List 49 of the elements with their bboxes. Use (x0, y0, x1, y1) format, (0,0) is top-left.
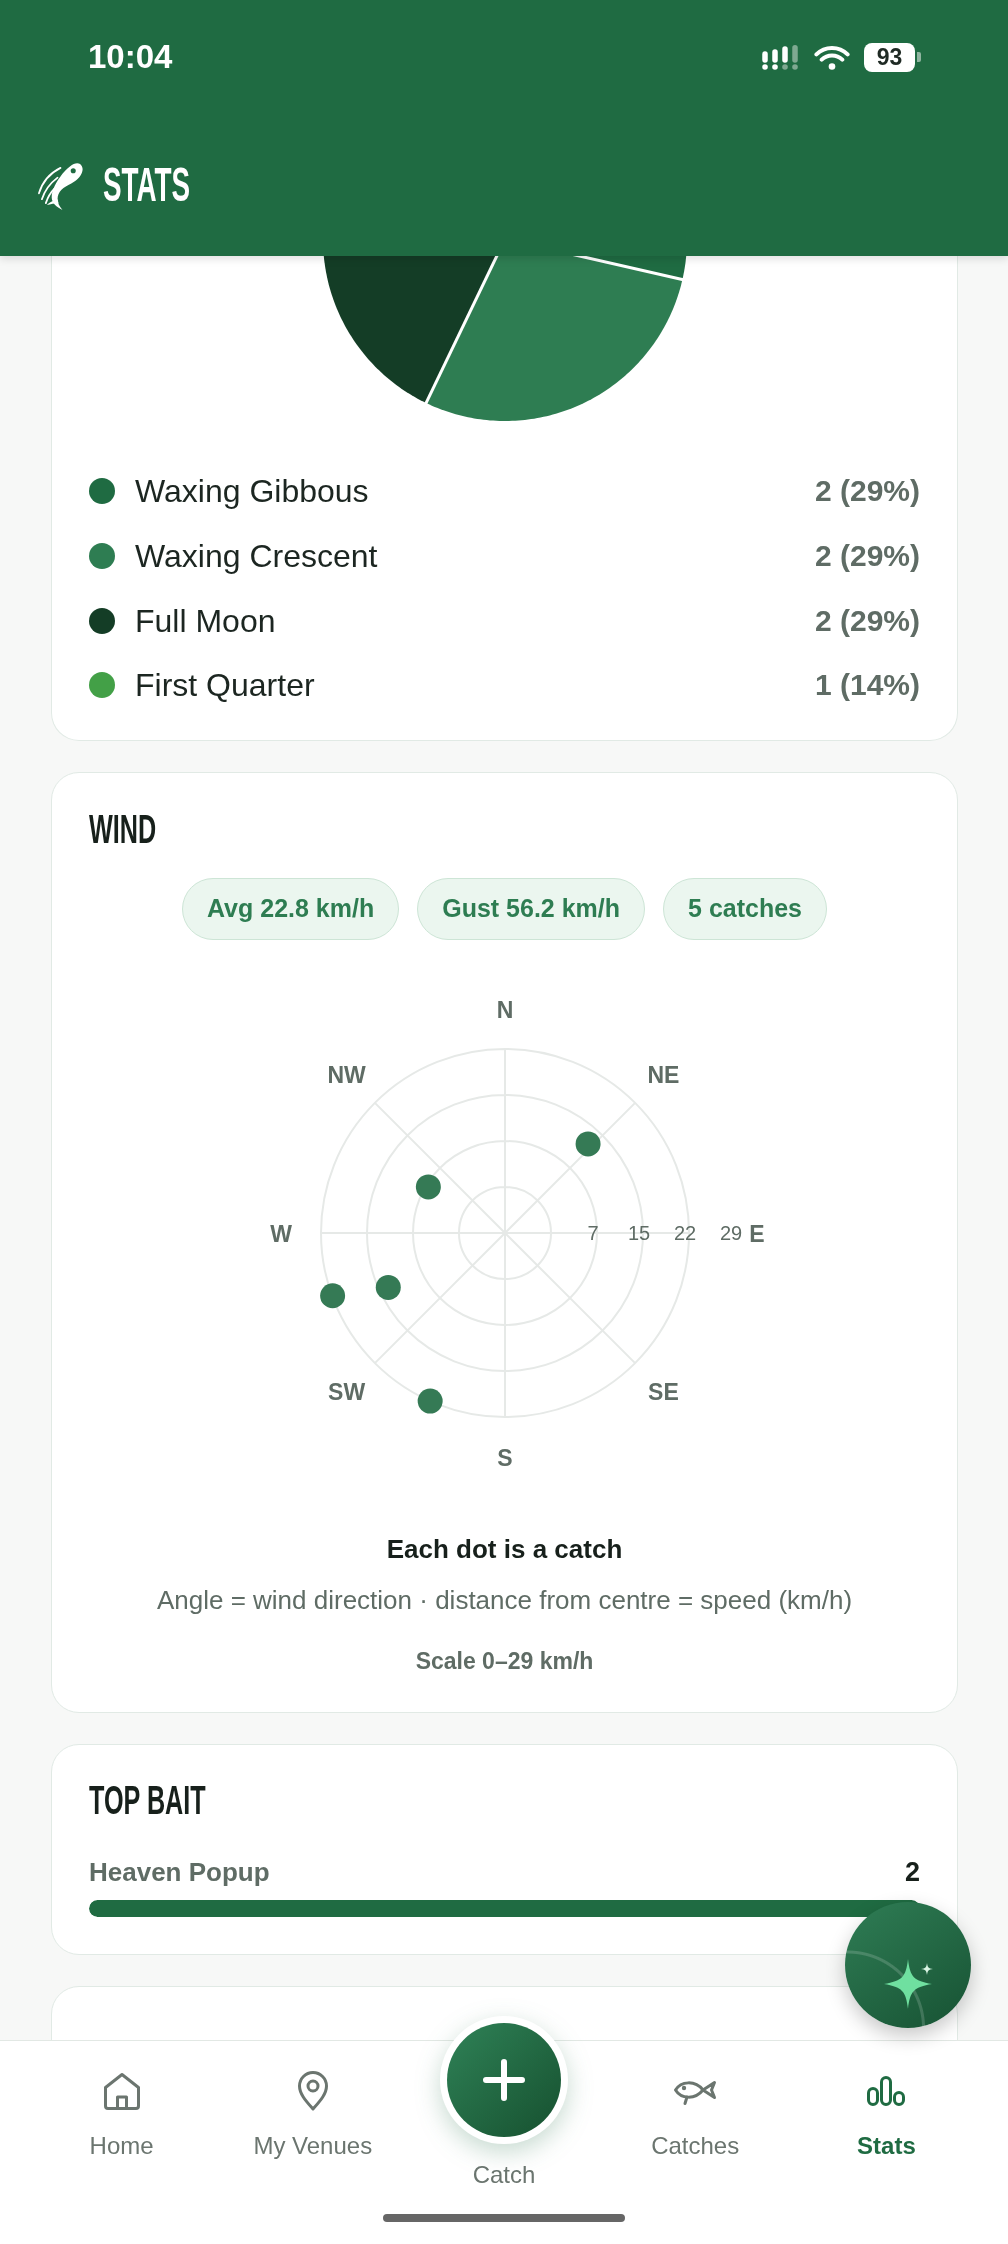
bar-chart-icon (867, 2076, 906, 2106)
signal-icon (762, 44, 798, 70)
nav-tab[interactable]: Catches (651, 2041, 740, 2161)
legend-value: 1 (14%) (814, 667, 920, 704)
speed-scale-label: 29 (719, 1221, 742, 1244)
legend-label: First Quarter (135, 666, 315, 706)
sparkle-button[interactable] (845, 1902, 971, 2028)
compass-label: W (269, 1220, 292, 1247)
stat-chip: Avg 22.8 km/h (182, 877, 400, 940)
bait-count: 2 (904, 1855, 920, 1888)
catch-dot (319, 1283, 345, 1308)
compass-label: E (748, 1220, 765, 1247)
catch-dot (417, 1388, 443, 1414)
caption-text: Angle = wind direction · distance from centre = speed (km/h) (156, 1583, 853, 1616)
compass-label: SW (327, 1378, 365, 1405)
section-title: WIND (89, 808, 157, 849)
bait-name: Heaven Popup (89, 1855, 270, 1888)
home-icon (101, 2071, 142, 2111)
stat-chip: Gust 56.2 km/h (417, 877, 646, 940)
caption-title: Each dot is a catch (386, 1532, 623, 1566)
compass-label: N (496, 996, 513, 1023)
legend-label: Waxing Crescent (135, 537, 378, 577)
nav-tab[interactable]: My Venues (253, 2041, 373, 2161)
nav-tab[interactable]: Stats (857, 2041, 916, 2161)
stat-chip: 5 catches (663, 877, 827, 940)
legend-value: 2 (29%) (814, 473, 920, 510)
legend-label: Waxing Gibbous (135, 472, 369, 512)
nav-tab[interactable]: Catch (440, 2016, 568, 2190)
battery-indicator: 93 (864, 42, 921, 72)
catch-dot (375, 1274, 401, 1300)
speed-scale-label: 22 (673, 1221, 696, 1244)
nav-tab[interactable]: Home (89, 2041, 154, 2161)
compass-label: NE (646, 1061, 679, 1088)
location-pin-icon (296, 2071, 329, 2111)
wifi-icon (814, 44, 850, 70)
page-title: STATS (103, 161, 191, 209)
compass-label: NW (326, 1061, 366, 1088)
section-title: TOP BAIT (89, 1779, 206, 1820)
catch-dot (415, 1174, 441, 1200)
catch-dot (575, 1131, 601, 1157)
speed-scale-label: 7 (586, 1221, 599, 1244)
compass-label: SE (647, 1378, 679, 1405)
speed-scale-label: 15 (627, 1221, 650, 1244)
clock-time: 10:04 (88, 37, 173, 77)
legend-value: 2 (29%) (814, 602, 920, 639)
legend-label: Full Moon (135, 601, 276, 641)
compass-label: S (496, 1444, 513, 1471)
legend-value: 2 (29%) (814, 538, 920, 575)
scale-text: Scale 0–29 km/h (415, 1646, 594, 1676)
